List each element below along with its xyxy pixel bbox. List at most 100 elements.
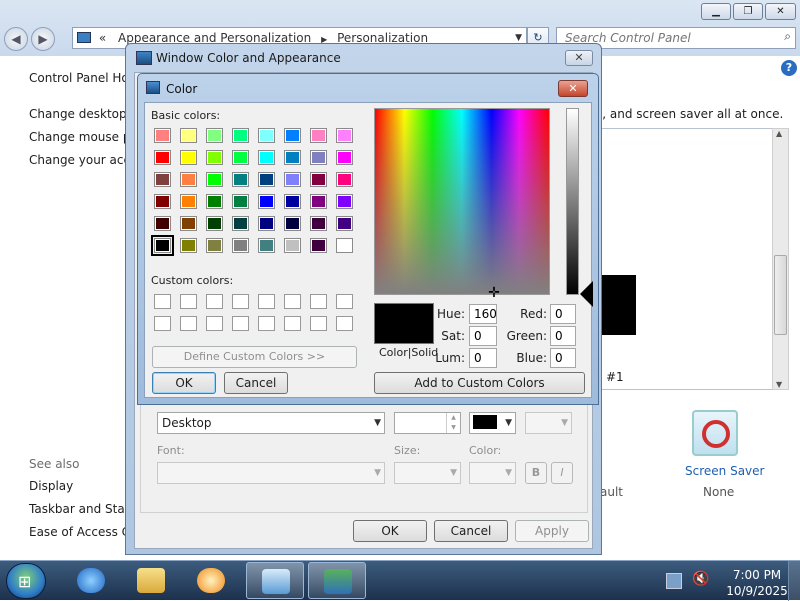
basic-color-swatch[interactable] (258, 172, 275, 187)
basic-color-swatch[interactable] (336, 194, 353, 209)
basic-color-swatch[interactable] (310, 150, 327, 165)
basic-color-swatch[interactable] (258, 128, 275, 143)
close-color-dialog-button[interactable]: ✕ (558, 80, 588, 97)
luminosity-bar[interactable] (566, 108, 579, 295)
add-to-custom-colors-button[interactable]: Add to Custom Colors (374, 372, 585, 394)
red-input[interactable] (550, 304, 576, 324)
custom-color-swatch[interactable] (336, 294, 353, 309)
basic-color-swatch[interactable] (310, 128, 327, 143)
show-desktop-button[interactable] (788, 561, 800, 601)
theme-preview[interactable] (600, 275, 636, 335)
scroll-down-icon[interactable]: ▼ (776, 380, 782, 389)
custom-color-swatch[interactable] (154, 316, 171, 331)
basic-color-swatch[interactable] (154, 150, 171, 165)
basic-color-swatch[interactable] (258, 194, 275, 209)
color1-picker[interactable]: ▼ (469, 412, 516, 434)
taskbar-media-player[interactable] (182, 562, 240, 599)
basic-color-swatch[interactable] (206, 172, 223, 187)
display-link[interactable]: Display (29, 479, 73, 493)
close-window-button[interactable]: ✕ (765, 3, 796, 20)
basic-color-swatch[interactable] (310, 216, 327, 231)
basic-color-swatch[interactable] (284, 150, 301, 165)
green-input[interactable] (550, 326, 576, 346)
custom-color-swatch[interactable] (258, 316, 275, 331)
basic-color-swatch[interactable] (258, 238, 275, 253)
basic-color-swatch[interactable] (180, 128, 197, 143)
taskbar-internet-explorer[interactable] (62, 562, 120, 599)
size-spinner-icon[interactable]: ▲ ▼ (446, 413, 460, 433)
basic-color-swatch[interactable] (310, 194, 327, 209)
basic-color-swatch[interactable] (206, 128, 223, 143)
theme-list[interactable] (600, 128, 775, 390)
basic-color-swatch[interactable] (336, 150, 353, 165)
custom-color-swatch[interactable] (284, 294, 301, 309)
control-panel-home-link[interactable]: Control Panel Hom (29, 71, 140, 85)
basic-color-swatch[interactable] (232, 128, 249, 143)
maximize-button[interactable]: ❐ (733, 3, 763, 20)
custom-color-swatch[interactable] (180, 316, 197, 331)
italic-button[interactable]: I (551, 462, 573, 484)
custom-color-swatch[interactable] (206, 294, 223, 309)
font-color-picker[interactable]: ▼ (469, 462, 516, 484)
color2-picker[interactable]: ▼ (525, 412, 572, 434)
basic-color-swatch[interactable] (206, 216, 223, 231)
search-icon[interactable]: ⌕ (784, 29, 791, 44)
basic-color-swatch[interactable] (284, 172, 301, 187)
basic-color-swatch[interactable] (258, 150, 275, 165)
font-select[interactable]: ▼ (157, 462, 385, 484)
color-ok-button[interactable]: OK (152, 372, 216, 394)
basic-color-swatch[interactable] (336, 238, 353, 253)
scroll-up-icon[interactable]: ▲ (776, 129, 782, 138)
taskbar-display-settings[interactable] (308, 562, 366, 599)
basic-color-swatch[interactable] (180, 216, 197, 231)
volume-muted-icon[interactable]: 🔇 (692, 571, 709, 587)
network-icon[interactable] (666, 573, 682, 589)
help-icon[interactable]: ? (781, 60, 797, 76)
basic-color-swatch[interactable] (206, 238, 223, 253)
basic-color-swatch[interactable] (180, 172, 197, 187)
custom-color-swatch[interactable] (154, 294, 171, 309)
change-account-picture-link[interactable]: Change your acco (29, 153, 137, 167)
hue-input[interactable] (469, 304, 497, 324)
change-mouse-pointers-link[interactable]: Change mouse po (29, 130, 138, 144)
close-dialog-button[interactable]: ✕ (565, 50, 593, 66)
basic-color-swatch[interactable] (258, 216, 275, 231)
forward-button[interactable]: ▶ (31, 27, 55, 51)
custom-color-swatch[interactable] (206, 316, 223, 331)
basic-color-swatch[interactable] (206, 194, 223, 209)
color-cancel-button[interactable]: Cancel (224, 372, 288, 394)
sat-input[interactable] (469, 326, 497, 346)
basic-color-swatch[interactable] (232, 194, 249, 209)
basic-color-swatch[interactable] (284, 238, 301, 253)
bold-button[interactable]: B (525, 462, 547, 484)
clock[interactable]: 7:00 PM 10/9/2025 (724, 567, 790, 599)
basic-color-swatch[interactable] (232, 172, 249, 187)
windows-start-icon[interactable]: ⊞ (6, 563, 46, 599)
basic-color-swatch[interactable] (180, 238, 197, 253)
font-size-select[interactable]: ▼ (394, 462, 461, 484)
ok-button[interactable]: OK (353, 520, 427, 542)
basic-color-swatch[interactable] (336, 172, 353, 187)
define-custom-colors-button[interactable]: Define Custom Colors >> (152, 346, 357, 368)
custom-color-swatch[interactable] (310, 316, 327, 331)
basic-color-swatch[interactable] (232, 150, 249, 165)
color-spectrum[interactable]: ✛ (374, 108, 550, 301)
basic-color-swatch[interactable] (336, 128, 353, 143)
custom-color-swatch[interactable] (258, 294, 275, 309)
item-size-field[interactable]: ▲ ▼ (394, 412, 461, 434)
basic-color-swatch[interactable] (284, 128, 301, 143)
basic-color-swatch[interactable] (336, 216, 353, 231)
luminosity-arrow-icon[interactable] (580, 281, 593, 307)
custom-color-swatch[interactable] (232, 316, 249, 331)
basic-color-swatch[interactable] (180, 194, 197, 209)
scroll-thumb[interactable] (774, 255, 787, 335)
custom-color-swatch[interactable] (310, 294, 327, 309)
apply-button[interactable]: Apply (515, 520, 589, 542)
blue-input[interactable] (550, 348, 576, 368)
basic-color-swatch[interactable] (310, 172, 327, 187)
lum-input[interactable] (469, 348, 497, 368)
basic-color-swatch[interactable] (154, 128, 171, 143)
taskbar-control-panel[interactable] (246, 562, 304, 599)
custom-color-swatch[interactable] (180, 294, 197, 309)
basic-color-swatch[interactable] (154, 216, 171, 231)
